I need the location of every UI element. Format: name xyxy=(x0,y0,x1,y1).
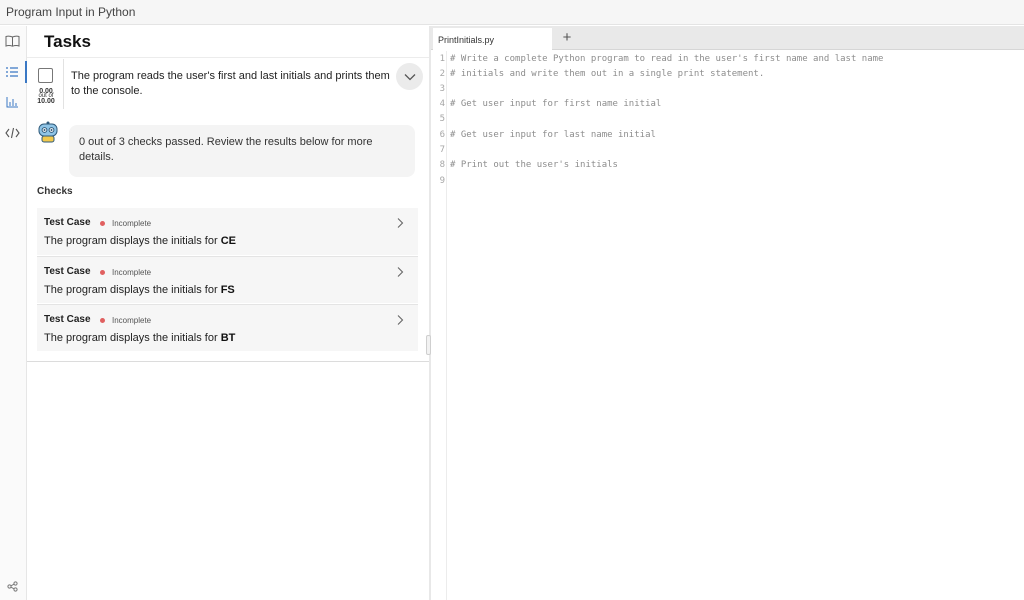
list-icon[interactable] xyxy=(3,63,21,81)
window-title: Program Input in Python xyxy=(6,5,136,19)
chevron-right-icon xyxy=(397,267,404,277)
panel-empty-area xyxy=(27,363,429,600)
status-dot xyxy=(100,318,105,323)
test-case-name: Test Case xyxy=(44,314,91,325)
line-number: 3 xyxy=(439,84,445,94)
line-number: 7 xyxy=(439,145,445,155)
feedback-message: 0 out of 3 checks passed. Review the res… xyxy=(69,125,415,177)
chevron-right-icon xyxy=(397,218,404,228)
chart-icon[interactable] xyxy=(3,93,21,111)
chevron-down-icon xyxy=(404,73,415,80)
icon-rail xyxy=(0,26,27,600)
test-case-description: The program displays the initials for CE xyxy=(44,235,236,247)
code-line: 8 # Print out the user's initials xyxy=(431,158,1024,173)
code-text: # Get user input for last name initial xyxy=(450,130,656,140)
status-badge: Incomplete xyxy=(112,219,152,228)
divider xyxy=(63,59,64,109)
code-text: # initials and write them out in a singl… xyxy=(450,69,765,79)
status-badge: Incomplete xyxy=(112,316,152,325)
checks-heading: Checks xyxy=(37,186,73,197)
code-text: # Get user input for first name initial xyxy=(450,99,662,109)
book-icon[interactable] xyxy=(3,32,21,50)
initials: BT xyxy=(220,332,236,344)
line-number: 2 xyxy=(439,69,445,79)
code-text: # Print out the user's initials xyxy=(450,160,618,170)
code-line: 6 # Get user input for last name initial xyxy=(431,128,1024,143)
tasks-heading: Tasks xyxy=(44,32,91,51)
code-line: 9 xyxy=(431,174,1024,189)
code-icon[interactable] xyxy=(3,124,21,142)
test-case-row[interactable]: Test Case Incomplete The program display… xyxy=(37,208,418,255)
test-case-name: Test Case xyxy=(44,266,91,277)
code-line: 7 xyxy=(431,143,1024,158)
tab-printinitials[interactable]: PrintInitials.py xyxy=(433,28,552,50)
task-checkbox[interactable] xyxy=(38,68,53,83)
editor-tab-bar: PrintInitials.py + xyxy=(431,26,1024,50)
code-editor[interactable]: 1 # Write a complete Python program to re… xyxy=(431,51,1024,600)
initials: FS xyxy=(220,284,235,296)
initials: CE xyxy=(220,235,236,247)
robot-icon xyxy=(38,121,58,143)
code-line: 3 xyxy=(431,82,1024,97)
code-line: 5 xyxy=(431,112,1024,127)
share-icon[interactable] xyxy=(3,577,21,595)
tasks-panel: Tasks 0.00 out of 10.00 The program read… xyxy=(27,26,429,362)
collapse-task-button[interactable] xyxy=(396,63,423,90)
status-dot xyxy=(100,221,105,226)
test-case-row[interactable]: Test Case Incomplete The program display… xyxy=(37,304,418,351)
line-number: 9 xyxy=(439,176,445,186)
test-case-description: The program displays the initials for FS xyxy=(44,284,235,296)
task-description: The program reads the user's first and l… xyxy=(71,70,390,97)
task-score: 0.00 out of 10.00 xyxy=(33,88,59,105)
test-case-name: Test Case xyxy=(44,217,91,228)
line-number: 8 xyxy=(439,160,445,170)
add-tab-button[interactable]: + xyxy=(559,29,575,46)
code-text: # Write a complete Python program to rea… xyxy=(450,54,884,64)
code-line: 4 # Get user input for first name initial xyxy=(431,97,1024,112)
title-bar: Program Input in Python xyxy=(0,0,1024,25)
status-badge: Incomplete xyxy=(112,268,152,277)
score-max: 10.00 xyxy=(37,98,55,105)
test-case-description: The program displays the initials for BT xyxy=(44,332,236,344)
status-dot xyxy=(100,270,105,275)
line-number: 4 xyxy=(439,99,445,109)
test-case-row[interactable]: Test Case Incomplete The program display… xyxy=(37,256,418,303)
line-number: 6 xyxy=(439,130,445,140)
code-line: 2 # initials and write them out in a sing… xyxy=(431,67,1024,82)
divider xyxy=(27,57,429,58)
line-number: 5 xyxy=(439,114,445,124)
line-number: 1 xyxy=(439,54,445,64)
chevron-right-icon xyxy=(397,315,404,325)
code-line: 1 # Write a complete Python program to re… xyxy=(431,52,1024,67)
